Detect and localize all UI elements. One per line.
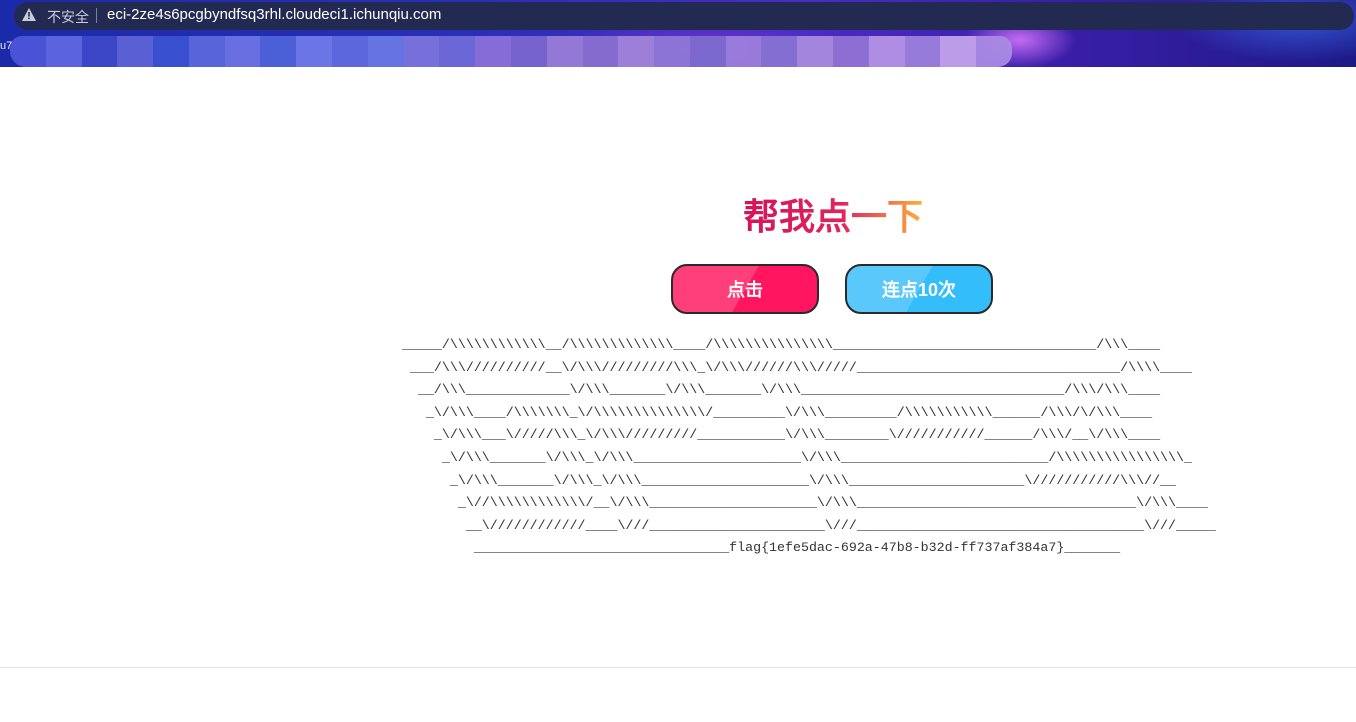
bookmarks-bar[interactable]: [10, 36, 1012, 67]
browser-top-bar: u7 不安全 eci-2ze4s6pcgbyndfsq3rhl.cloudeci…: [0, 0, 1356, 67]
page-divider: [0, 667, 1356, 668]
ascii-line: _\/\\\____/\\\\\\\_\/\\\\\\\\\\\\\\/____…: [402, 404, 1153, 420]
click-button[interactable]: 点击: [671, 264, 819, 314]
security-status-label[interactable]: 不安全: [47, 7, 89, 27]
ascii-line: _\/\\\_______\/\\\_\/\\\________________…: [402, 449, 1192, 465]
click-ten-times-button[interactable]: 连点10次: [845, 264, 993, 314]
url-text[interactable]: eci-2ze4s6pcgbyndfsq3rhl.cloudeci1.ichun…: [107, 6, 441, 23]
ascii-flag-line: ________________________________flag{1ef…: [402, 540, 1121, 556]
bookmark-fragment: u7: [0, 40, 13, 52]
ascii-line: _\//\\\\\\\\\\\\/__\/\\\________________…: [402, 495, 1208, 511]
page-title-text: 帮我点一下: [742, 196, 923, 237]
ascii-art-flag: _____/\\\\\\\\\\\\__/\\\\\\\\\\\\\____/\…: [402, 334, 1216, 560]
ascii-line: _\/\\\___\/////\\\_\/\\\/////////_______…: [402, 427, 1161, 443]
ascii-line: _____/\\\\\\\\\\\\__/\\\\\\\\\\\\\____/\…: [402, 337, 1161, 352]
address-divider: [96, 8, 97, 23]
page-title: 帮我点一下: [0, 188, 1356, 240]
ascii-line: _\/\\\_______\/\\\_\/\\\________________…: [402, 472, 1177, 488]
ascii-line: __\////////////____\///_________________…: [402, 517, 1216, 533]
warning-triangle-icon: [22, 8, 36, 21]
ascii-line: __/\\\_____________\/\\\_______\/\\\____…: [402, 382, 1161, 398]
ascii-line: ___/\\\//////////__\/\\\/////////\\\_\/\…: [402, 359, 1192, 375]
